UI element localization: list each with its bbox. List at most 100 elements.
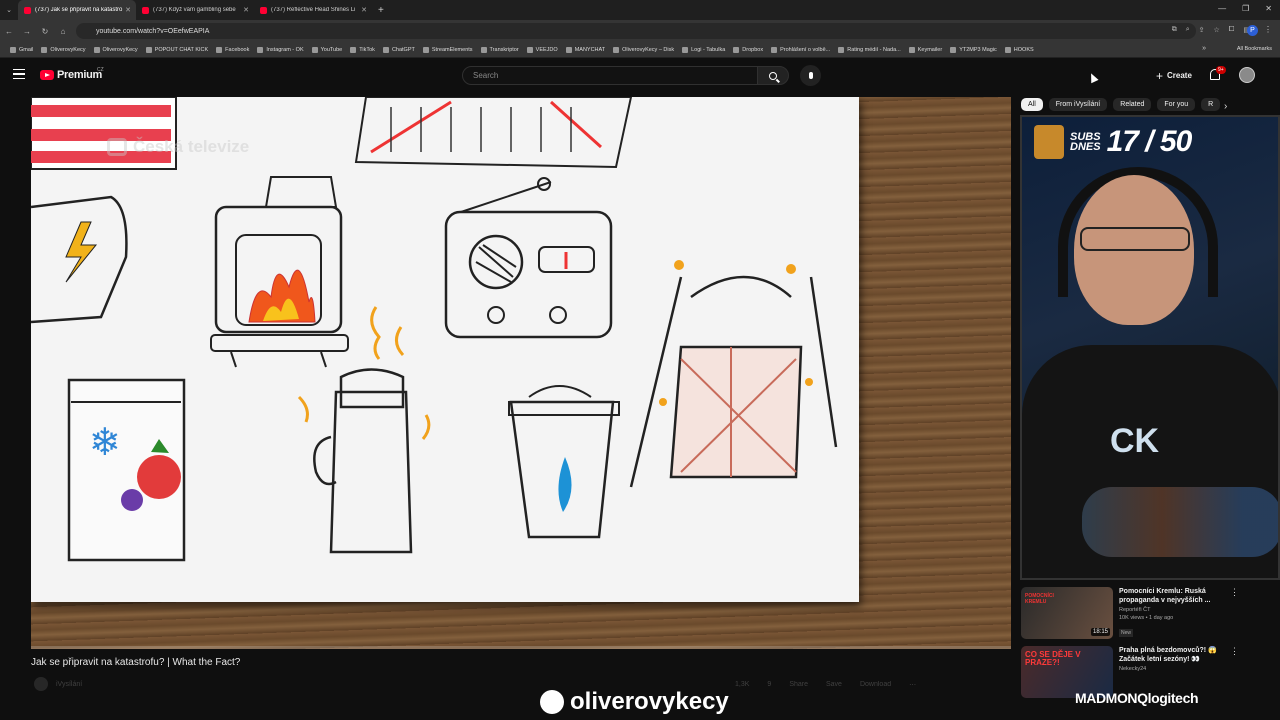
like-button[interactable]: 1,3K (735, 681, 749, 689)
video-player[interactable]: ❄ Česká televize (31, 97, 1011, 649)
channel-name[interactable]: iVysílání (56, 681, 82, 688)
reload-icon[interactable]: ↻ (36, 27, 54, 36)
chevron-right-icon[interactable]: › (1224, 101, 1227, 112)
reco-title[interactable]: Pomocníci Kremlu: Ruská propaganda v nej… (1119, 587, 1231, 605)
browser-tab-bar: ⌄ (737) Jak se připravit na katastro ✕ (… (0, 0, 1280, 20)
share-icon[interactable]: ⇪ (1199, 26, 1205, 34)
forward-icon[interactable]: → (18, 27, 36, 36)
tab-title: (737) Jak se připravit na katastro (35, 7, 123, 13)
bookmark-favicon-icon (350, 46, 357, 53)
recommendation-item[interactable]: POMOCNÍCI KREMLU 18:15 Pomocníci Kremlu:… (1021, 587, 1251, 639)
bookmark-item[interactable]: Rating médií - Nada... (834, 46, 905, 53)
thumbnail-caption: POMOCNÍCI KREMLU (1025, 593, 1054, 605)
more-options-icon[interactable]: ⋮ (1230, 587, 1239, 598)
menu-kebab-icon[interactable]: ⋮ (1264, 25, 1272, 34)
url-field[interactable]: youtube.com/watch?v=OEefwEAPIA (76, 23, 1196, 39)
subs-goal-widget: SUBS DNES 17 / 50 (1034, 125, 1192, 159)
translate-icon[interactable]: ⧉ (1172, 26, 1177, 34)
more-options-icon[interactable]: ⋮ (1230, 646, 1239, 657)
back-icon[interactable]: ← (0, 27, 18, 36)
profile-avatar[interactable]: P (1247, 25, 1258, 36)
browser-tab[interactable]: (737) Reflective Head Shines Li ✕ (254, 0, 372, 20)
chip-all[interactable]: All (1021, 98, 1043, 111)
bookmark-label: Gmail (19, 46, 34, 53)
bookmark-item[interactable]: OliverovyKecy – Disk (609, 46, 678, 53)
svg-text:❄: ❄ (89, 420, 121, 464)
bookmark-item[interactable]: YT2MP3 Magic (946, 46, 1001, 53)
bookmark-favicon-icon (10, 46, 16, 53)
bookmark-item[interactable]: Instagram - OK (253, 46, 307, 53)
home-icon[interactable]: ⌂ (54, 27, 72, 36)
close-tab-icon[interactable]: ✕ (125, 6, 131, 14)
bookmark-item[interactable]: StreamElements (419, 46, 477, 53)
bookmark-label: YT2MP3 Magic (959, 46, 997, 53)
bookmark-favicon-icon (41, 46, 48, 53)
reco-title[interactable]: Praha plná bezdomovců?! 😱 Začátek letní … (1119, 646, 1231, 664)
bookmark-label: StreamElements (431, 46, 473, 53)
close-tab-icon[interactable]: ✕ (361, 6, 367, 14)
menu-icon[interactable] (13, 69, 25, 79)
zoom-icon[interactable]: ⌕ (1186, 26, 1190, 34)
bookmark-item[interactable]: HOOKS (1001, 46, 1038, 53)
youtube-logo[interactable]: Premium (40, 69, 102, 81)
glasses-shape (1080, 227, 1190, 251)
tab-title: (737) Když vám gambling sebe (153, 7, 236, 13)
save-button[interactable]: Save (826, 681, 842, 689)
bookmark-item[interactable]: Transkriptor (477, 46, 523, 53)
search-input[interactable]: Search (462, 66, 758, 85)
browser-tab[interactable]: (737) Jak se připravit na katastro ✕ (18, 0, 136, 20)
bookmark-item[interactable]: Facebook (212, 46, 253, 53)
bookmark-item[interactable]: Logi - Tabulka (678, 46, 729, 53)
chip-related[interactable]: Related (1113, 98, 1152, 111)
create-label: Create (1167, 71, 1192, 80)
bookmark-item[interactable]: VEEJDO (523, 46, 562, 53)
restore-icon[interactable]: ❐ (1242, 4, 1249, 13)
video-thumbnail[interactable]: POMOCNÍCI KREMLU 18:15 (1021, 587, 1113, 639)
bookmark-item[interactable]: OliverovyKecy (37, 46, 89, 53)
close-tab-icon[interactable]: ✕ (243, 6, 249, 14)
more-bookmarks-icon[interactable]: » (1202, 45, 1206, 52)
chip-from-ivysilani[interactable]: From iVysílání (1048, 98, 1108, 111)
chip-for-you[interactable]: For you (1157, 98, 1196, 111)
account-avatar[interactable] (1239, 67, 1255, 83)
bookmark-item[interactable]: Prohlášení o volbě... (767, 46, 834, 53)
more-actions-button[interactable]: ⋯ (909, 681, 916, 689)
bookmark-item[interactable]: TikTok (346, 46, 379, 53)
minimize-icon[interactable]: — (1218, 4, 1226, 13)
tab-search-icon[interactable]: ⌄ (0, 6, 18, 14)
bookmark-item[interactable]: POPOUT CHAT KICK (142, 46, 212, 53)
browser-tab[interactable]: (737) Když vám gambling sebe ✕ (136, 0, 254, 20)
bookmark-label: OliverovyKecy (102, 46, 138, 53)
extensions-icon[interactable]: ⧠ (1229, 26, 1235, 34)
plus-icon: + (1156, 68, 1164, 83)
video-paper-drawing: ❄ Česká televize (31, 97, 859, 602)
bookmark-item[interactable]: Keymailer (905, 46, 946, 53)
bookmark-item[interactable]: MANYCHAT (562, 46, 609, 53)
bookmark-item[interactable]: OliverovyKecy (90, 46, 142, 53)
bookmark-item[interactable]: YouTube (308, 46, 347, 53)
instagram-icon (540, 690, 564, 714)
share-button[interactable]: Share (789, 681, 808, 689)
bookmark-star-icon[interactable]: ☆ (1213, 26, 1219, 34)
bookmark-favicon-icon (771, 46, 778, 53)
bookmarks-bar: Gmail OliverovyKecy OliverovyKecy POPOUT CH… (0, 42, 1280, 58)
bookmark-item[interactable]: ChatGPT (379, 46, 419, 53)
search-button[interactable] (757, 66, 789, 85)
all-bookmarks-button[interactable]: All Bookmarks (1237, 46, 1272, 52)
download-button[interactable]: Download (860, 681, 891, 689)
bookmark-item[interactable]: Dropbox (729, 46, 767, 53)
bookmark-favicon-icon (838, 46, 845, 53)
chip-more[interactable]: R (1201, 98, 1221, 111)
channel-avatar[interactable] (34, 677, 48, 691)
dislike-button[interactable]: 9 (767, 681, 771, 689)
bookmark-label: Dropbox (742, 46, 764, 53)
reco-channel[interactable]: Reportéři ČT (1119, 607, 1231, 613)
voice-search-button[interactable] (800, 65, 821, 86)
reco-channel[interactable]: Nekecky24 (1119, 666, 1231, 672)
create-button[interactable]: + Create (1150, 66, 1198, 85)
close-window-icon[interactable]: ✕ (1265, 4, 1272, 13)
bookmark-item[interactable]: Gmail (6, 46, 37, 53)
video-progress-bar[interactable] (31, 646, 1011, 649)
youtube-play-icon (40, 70, 54, 80)
new-tab-button[interactable]: + (378, 5, 384, 16)
